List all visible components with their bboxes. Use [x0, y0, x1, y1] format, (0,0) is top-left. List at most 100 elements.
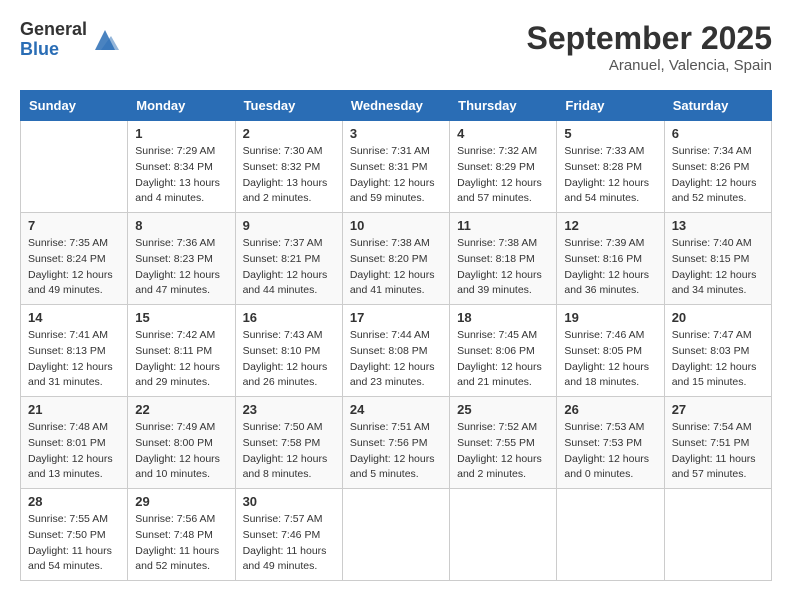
cell-info: Sunrise: 7:56 AMSunset: 7:48 PMDaylight:… [135, 512, 227, 575]
day-number: 21 [28, 402, 120, 417]
calendar-cell: 11 Sunrise: 7:38 AMSunset: 8:18 PMDayligh… [450, 213, 557, 305]
calendar-cell [342, 489, 449, 581]
day-number: 30 [243, 494, 335, 509]
weekday-header-friday: Friday [557, 91, 664, 121]
cell-info: Sunrise: 7:55 AMSunset: 7:50 PMDaylight:… [28, 512, 120, 575]
day-number: 28 [28, 494, 120, 509]
cell-info: Sunrise: 7:36 AMSunset: 8:23 PMDaylight:… [135, 236, 227, 299]
day-number: 25 [457, 402, 549, 417]
calendar-cell: 23 Sunrise: 7:50 AMSunset: 7:58 PMDayligh… [235, 397, 342, 489]
weekday-header-row: SundayMondayTuesdayWednesdayThursdayFrid… [21, 91, 772, 121]
weekday-header-saturday: Saturday [664, 91, 771, 121]
day-number: 13 [672, 218, 764, 233]
cell-info: Sunrise: 7:35 AMSunset: 8:24 PMDaylight:… [28, 236, 120, 299]
cell-info: Sunrise: 7:37 AMSunset: 8:21 PMDaylight:… [243, 236, 335, 299]
cell-info: Sunrise: 7:54 AMSunset: 7:51 PMDaylight:… [672, 420, 764, 483]
cell-info: Sunrise: 7:39 AMSunset: 8:16 PMDaylight:… [564, 236, 656, 299]
logo-blue-text: Blue [20, 40, 87, 60]
calendar-cell: 19 Sunrise: 7:46 AMSunset: 8:05 PMDayligh… [557, 305, 664, 397]
calendar-cell: 4 Sunrise: 7:32 AMSunset: 8:29 PMDaylight… [450, 121, 557, 213]
day-number: 3 [350, 126, 442, 141]
calendar-cell: 17 Sunrise: 7:44 AMSunset: 8:08 PMDayligh… [342, 305, 449, 397]
calendar-cell: 3 Sunrise: 7:31 AMSunset: 8:31 PMDaylight… [342, 121, 449, 213]
day-number: 19 [564, 310, 656, 325]
day-number: 16 [243, 310, 335, 325]
cell-info: Sunrise: 7:30 AMSunset: 8:32 PMDaylight:… [243, 144, 335, 207]
cell-info: Sunrise: 7:43 AMSunset: 8:10 PMDaylight:… [243, 328, 335, 391]
day-number: 22 [135, 402, 227, 417]
day-number: 4 [457, 126, 549, 141]
day-number: 27 [672, 402, 764, 417]
calendar-cell: 18Sunrise: 7:45 AMSunset: 8:06 PMDayligh… [450, 305, 557, 397]
day-number: 9 [243, 218, 335, 233]
cell-info: Sunrise: 7:52 AMSunset: 7:55 PMDaylight:… [457, 420, 549, 483]
day-number: 17 [350, 310, 442, 325]
cell-info: Sunrise: 7:40 AMSunset: 8:15 PMDaylight:… [672, 236, 764, 299]
calendar-cell: 28 Sunrise: 7:55 AMSunset: 7:50 PMDayligh… [21, 489, 128, 581]
month-title: September 2025 [527, 20, 772, 57]
calendar-cell: 14 Sunrise: 7:41 AMSunset: 8:13 PMDayligh… [21, 305, 128, 397]
title-block: September 2025 Aranuel, Valencia, Spain [527, 20, 772, 74]
cell-info: Sunrise: 7:34 AMSunset: 8:26 PMDaylight:… [672, 144, 764, 207]
calendar-cell: 27 Sunrise: 7:54 AMSunset: 7:51 PMDayligh… [664, 397, 771, 489]
cell-info: Sunrise: 7:53 AMSunset: 7:53 PMDaylight:… [564, 420, 656, 483]
day-number: 8 [135, 218, 227, 233]
week-row-3: 14 Sunrise: 7:41 AMSunset: 8:13 PMDayligh… [21, 305, 772, 397]
calendar-cell: 25 Sunrise: 7:52 AMSunset: 7:55 PMDayligh… [450, 397, 557, 489]
calendar-cell: 26 Sunrise: 7:53 AMSunset: 7:53 PMDayligh… [557, 397, 664, 489]
header: General Blue September 2025 Aranuel, Val… [20, 20, 772, 74]
day-number: 14 [28, 310, 120, 325]
day-number: 5 [564, 126, 656, 141]
weekday-header-tuesday: Tuesday [235, 91, 342, 121]
calendar-cell: 6 Sunrise: 7:34 AMSunset: 8:26 PMDaylight… [664, 121, 771, 213]
calendar-cell: 8 Sunrise: 7:36 AMSunset: 8:23 PMDaylight… [128, 213, 235, 305]
cell-info: Sunrise: 7:57 AMSunset: 7:46 PMDaylight:… [243, 512, 335, 575]
calendar-cell: 15Sunrise: 7:42 AMSunset: 8:11 PMDayligh… [128, 305, 235, 397]
cell-info: Sunrise: 7:48 AMSunset: 8:01 PMDaylight:… [28, 420, 120, 483]
location: Aranuel, Valencia, Spain [527, 57, 772, 74]
day-number: 6 [672, 126, 764, 141]
cell-info: Sunrise: 7:32 AMSunset: 8:29 PMDaylight:… [457, 144, 549, 207]
cell-info: Sunrise: 7:31 AMSunset: 8:31 PMDaylight:… [350, 144, 442, 207]
day-number: 23 [243, 402, 335, 417]
logo-general-text: General [20, 20, 87, 40]
cell-info: Sunrise: 7:47 AMSunset: 8:03 PMDaylight:… [672, 328, 764, 391]
day-number: 12 [564, 218, 656, 233]
weekday-header-sunday: Sunday [21, 91, 128, 121]
cell-info: Sunrise: 7:51 AMSunset: 7:56 PMDaylight:… [350, 420, 442, 483]
day-number: 26 [564, 402, 656, 417]
cell-info: Sunrise: 7:45 AMSunset: 8:06 PMDaylight:… [457, 328, 549, 391]
calendar-cell: 20Sunrise: 7:47 AMSunset: 8:03 PMDayligh… [664, 305, 771, 397]
calendar-cell [557, 489, 664, 581]
calendar-cell: 5 Sunrise: 7:33 AMSunset: 8:28 PMDaylight… [557, 121, 664, 213]
calendar-cell: 9 Sunrise: 7:37 AMSunset: 8:21 PMDaylight… [235, 213, 342, 305]
calendar-cell: 1Sunrise: 7:29 AMSunset: 8:34 PMDaylight… [128, 121, 235, 213]
calendar: SundayMondayTuesdayWednesdayThursdayFrid… [20, 90, 772, 581]
logo: General Blue [20, 20, 119, 60]
cell-info: Sunrise: 7:49 AMSunset: 8:00 PMDaylight:… [135, 420, 227, 483]
day-number: 10 [350, 218, 442, 233]
weekday-header-monday: Monday [128, 91, 235, 121]
calendar-cell [21, 121, 128, 213]
calendar-cell: 21 Sunrise: 7:48 AMSunset: 8:01 PMDayligh… [21, 397, 128, 489]
cell-info: Sunrise: 7:44 AMSunset: 8:08 PMDaylight:… [350, 328, 442, 391]
calendar-cell: 30 Sunrise: 7:57 AMSunset: 7:46 PMDayligh… [235, 489, 342, 581]
cell-info: Sunrise: 7:33 AMSunset: 8:28 PMDaylight:… [564, 144, 656, 207]
day-number: 11 [457, 218, 549, 233]
cell-info: Sunrise: 7:38 AMSunset: 8:18 PMDaylight:… [457, 236, 549, 299]
cell-info: Sunrise: 7:29 AMSunset: 8:34 PMDaylight:… [135, 144, 227, 207]
logo-icon [91, 26, 119, 54]
week-row-2: 7 Sunrise: 7:35 AMSunset: 8:24 PMDaylight… [21, 213, 772, 305]
cell-info: Sunrise: 7:46 AMSunset: 8:05 PMDaylight:… [564, 328, 656, 391]
cell-info: Sunrise: 7:50 AMSunset: 7:58 PMDaylight:… [243, 420, 335, 483]
calendar-cell: 24Sunrise: 7:51 AMSunset: 7:56 PMDayligh… [342, 397, 449, 489]
calendar-cell [450, 489, 557, 581]
day-number: 7 [28, 218, 120, 233]
calendar-cell: 10Sunrise: 7:38 AMSunset: 8:20 PMDayligh… [342, 213, 449, 305]
day-number: 29 [135, 494, 227, 509]
cell-info: Sunrise: 7:41 AMSunset: 8:13 PMDaylight:… [28, 328, 120, 391]
calendar-cell [664, 489, 771, 581]
weekday-header-wednesday: Wednesday [342, 91, 449, 121]
day-number: 15 [135, 310, 227, 325]
calendar-cell: 7 Sunrise: 7:35 AMSunset: 8:24 PMDaylight… [21, 213, 128, 305]
